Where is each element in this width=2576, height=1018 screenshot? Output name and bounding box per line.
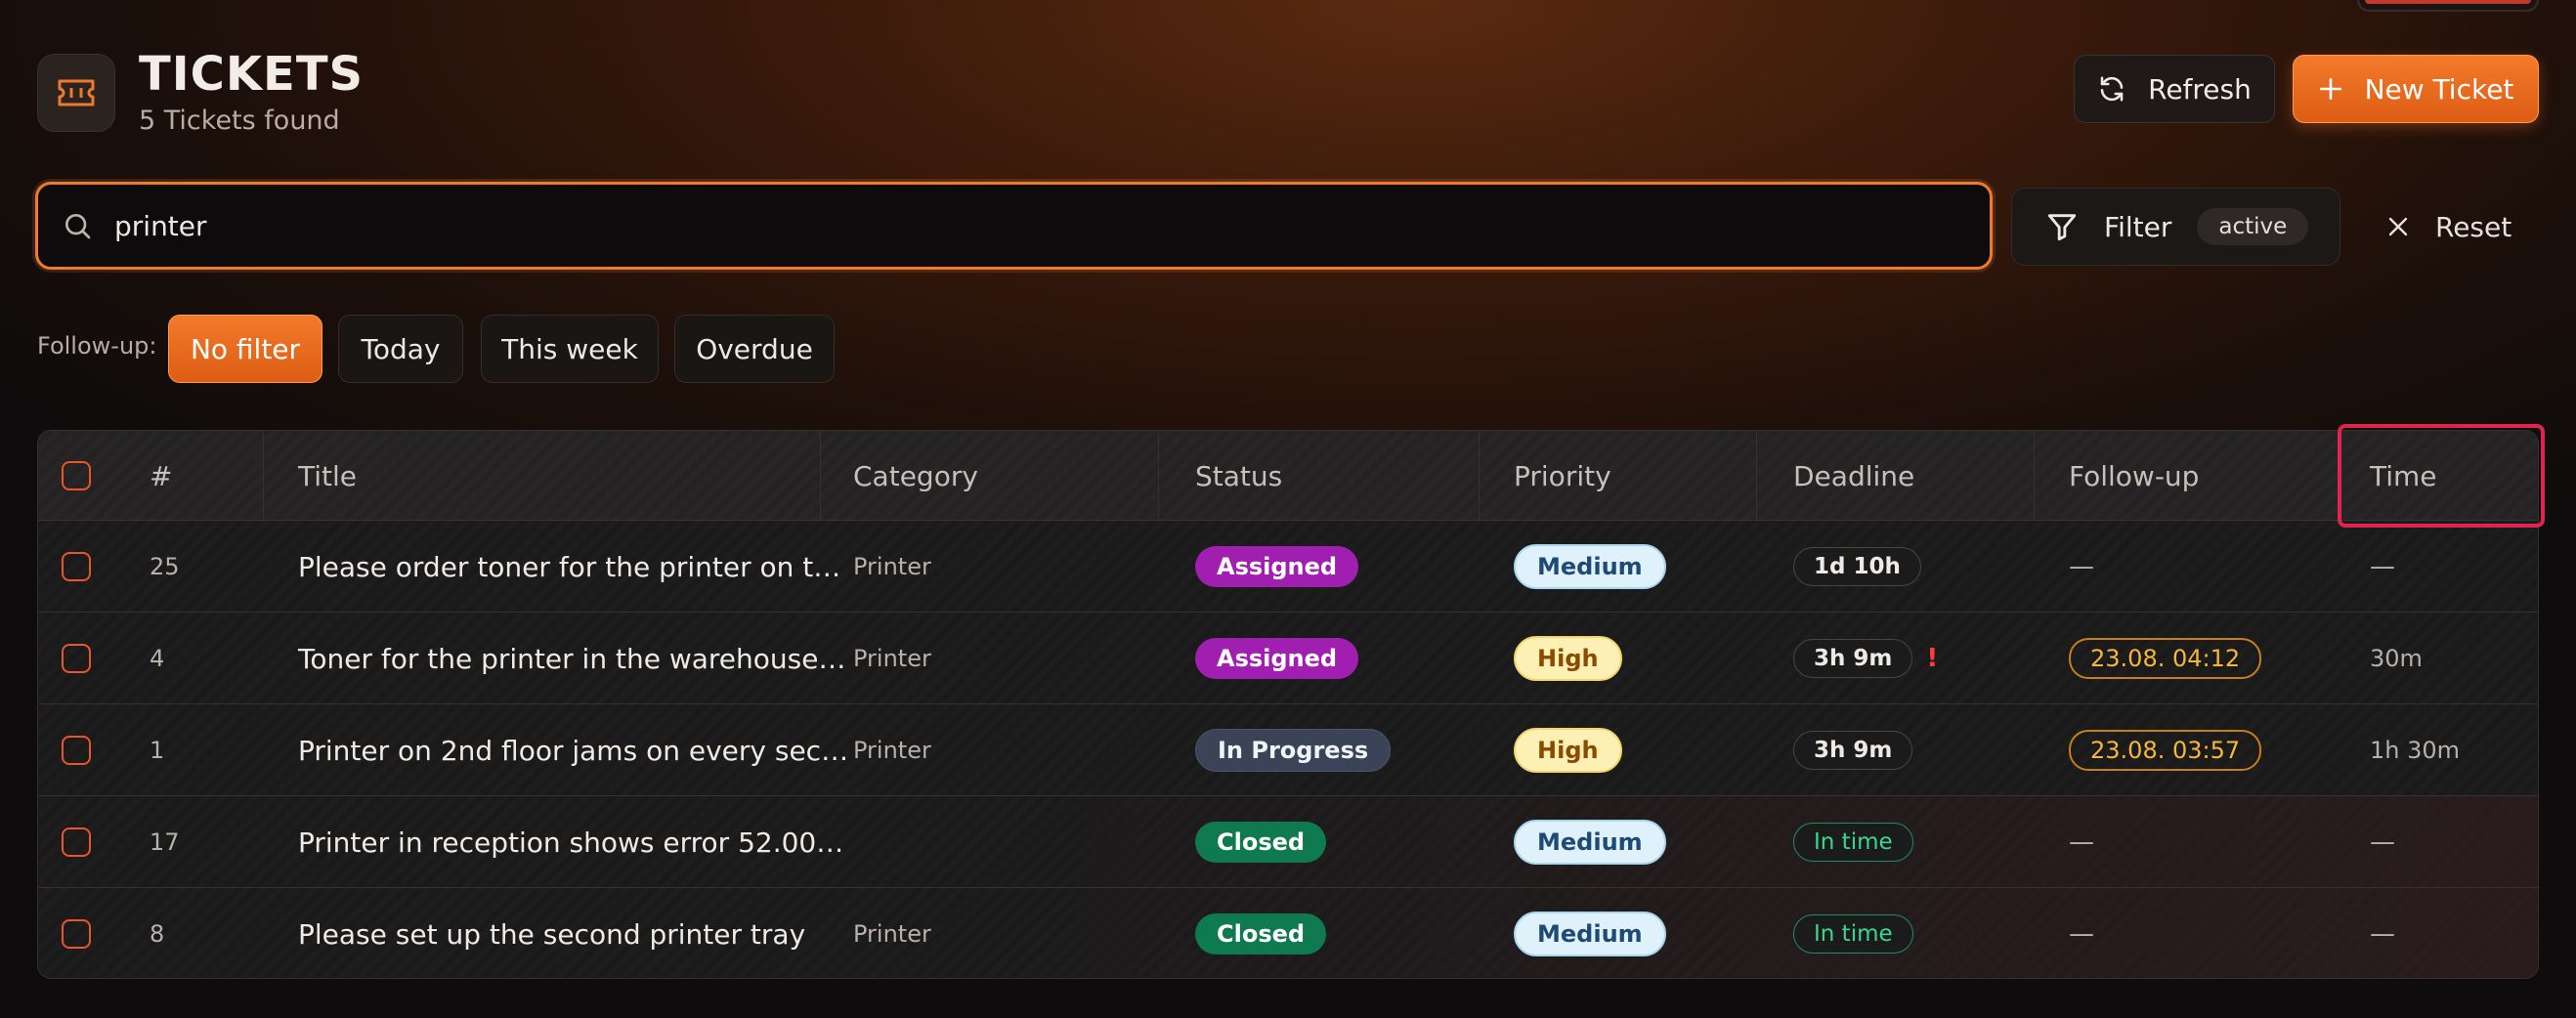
chip-no-filter[interactable]: No filter <box>168 315 322 383</box>
row-title[interactable]: Printer in reception shows error 52.00… <box>298 796 843 888</box>
col-category[interactable]: Category <box>853 431 978 521</box>
table-row[interactable]: 1 Printer on 2nd floor jams on every sec… <box>38 704 2538 796</box>
ticket-icon <box>37 53 115 132</box>
search-box[interactable] <box>35 182 1993 270</box>
row-category: Printer <box>853 645 931 672</box>
row-id: 17 <box>150 828 180 856</box>
deadline-badge: 1d 10h <box>1793 547 1921 586</box>
row-followup: — <box>2069 552 2094 581</box>
row-title[interactable]: Please set up the second printer tray <box>298 888 805 978</box>
row-time: — <box>2370 919 2395 949</box>
chip-this-week[interactable]: This week <box>481 315 659 383</box>
filter-button[interactable]: Filter active <box>2011 188 2340 266</box>
row-title[interactable]: Toner for the printer in the warehouse… <box>298 613 845 704</box>
row-followup: — <box>2069 919 2094 949</box>
row-id: 4 <box>150 645 165 672</box>
table-row[interactable]: 8 Please set up the second printer tray … <box>38 888 2538 978</box>
col-followup[interactable]: Follow-up <box>2069 431 2199 521</box>
deadline-badge: In time <box>1793 823 1913 862</box>
select-all-checkbox[interactable] <box>62 461 91 490</box>
deadline-badge: 3h 9m <box>1793 731 1913 770</box>
refresh-label: Refresh <box>2148 72 2252 106</box>
page-title: TICKETS <box>139 47 365 102</box>
followup-label: Follow-up: <box>37 332 157 360</box>
row-id: 8 <box>150 920 165 948</box>
filter-label: Filter <box>2104 210 2172 243</box>
col-priority[interactable]: Priority <box>1514 431 1611 521</box>
followup-badge: 23.08. 03:57 <box>2069 730 2262 771</box>
priority-badge: Medium <box>1514 912 1666 956</box>
col-title[interactable]: Title <box>298 431 357 521</box>
row-checkbox[interactable] <box>62 919 91 949</box>
chip-overdue[interactable]: Overdue <box>674 315 835 383</box>
tickets-count: 5 Tickets found <box>139 106 340 136</box>
search-icon <box>65 214 91 239</box>
overdue-warning-icon: ! <box>1926 644 1939 673</box>
status-badge: Closed <box>1195 913 1327 954</box>
page-header: TICKETS 5 Tickets found <box>37 49 364 136</box>
top-partial-button[interactable] <box>2357 0 2539 12</box>
row-category: Printer <box>853 920 931 948</box>
row-title[interactable]: Printer on 2nd floor jams on every sec… <box>298 704 848 796</box>
plus-icon <box>2319 77 2341 101</box>
row-time: 30m <box>2370 645 2423 672</box>
reset-label: Reset <box>2435 210 2512 243</box>
select-all-cell <box>62 431 91 521</box>
deadline-badge: 3h 9m <box>1793 639 1913 678</box>
priority-badge: High <box>1514 728 1622 773</box>
col-status[interactable]: Status <box>1195 431 1282 521</box>
filter-active-badge: active <box>2197 208 2309 245</box>
chip-today[interactable]: Today <box>338 315 463 383</box>
row-checkbox[interactable] <box>62 736 91 765</box>
row-time: — <box>2370 827 2395 857</box>
row-title[interactable]: Please order toner for the printer on t… <box>298 521 840 613</box>
deadline-badge: In time <box>1793 914 1913 954</box>
new-ticket-label: New Ticket <box>2364 72 2514 106</box>
table-row[interactable]: 4 Toner for the printer in the warehouse… <box>38 613 2538 704</box>
status-badge: Closed <box>1195 822 1327 863</box>
row-category: Printer <box>853 737 931 764</box>
priority-badge: High <box>1514 636 1622 681</box>
col-id[interactable]: # <box>150 431 172 521</box>
row-checkbox[interactable] <box>62 552 91 581</box>
priority-badge: Medium <box>1514 544 1666 589</box>
col-time[interactable]: Time <box>2370 431 2437 521</box>
col-deadline[interactable]: Deadline <box>1793 431 1914 521</box>
tickets-table: # Title Category Status Priority Deadlin… <box>37 430 2539 979</box>
table-row[interactable]: 17 Printer in reception shows error 52.0… <box>38 796 2538 888</box>
row-checkbox[interactable] <box>62 827 91 857</box>
status-badge: In Progress <box>1195 729 1392 772</box>
filter-icon <box>2047 214 2077 241</box>
followup-badge: 23.08. 04:12 <box>2069 638 2262 679</box>
close-icon <box>2388 217 2408 236</box>
table-header: # Title Category Status Priority Deadlin… <box>38 431 2538 521</box>
table-row[interactable]: 25 Please order toner for the printer on… <box>38 521 2538 613</box>
status-badge: Assigned <box>1195 638 1359 679</box>
refresh-button[interactable]: Refresh <box>2074 55 2275 123</box>
row-id: 1 <box>150 737 165 764</box>
row-checkbox[interactable] <box>62 644 91 673</box>
row-time: 1h 30m <box>2370 737 2461 764</box>
row-category: Printer <box>853 553 931 580</box>
reset-button[interactable]: Reset <box>2386 201 2512 252</box>
refresh-icon <box>2100 76 2124 102</box>
status-badge: Assigned <box>1195 546 1359 587</box>
priority-badge: Medium <box>1514 820 1666 865</box>
search-input[interactable] <box>114 209 1873 242</box>
row-id: 25 <box>150 553 180 580</box>
row-time: — <box>2370 552 2395 581</box>
new-ticket-button[interactable]: New Ticket <box>2293 55 2539 123</box>
row-followup: — <box>2069 827 2094 857</box>
